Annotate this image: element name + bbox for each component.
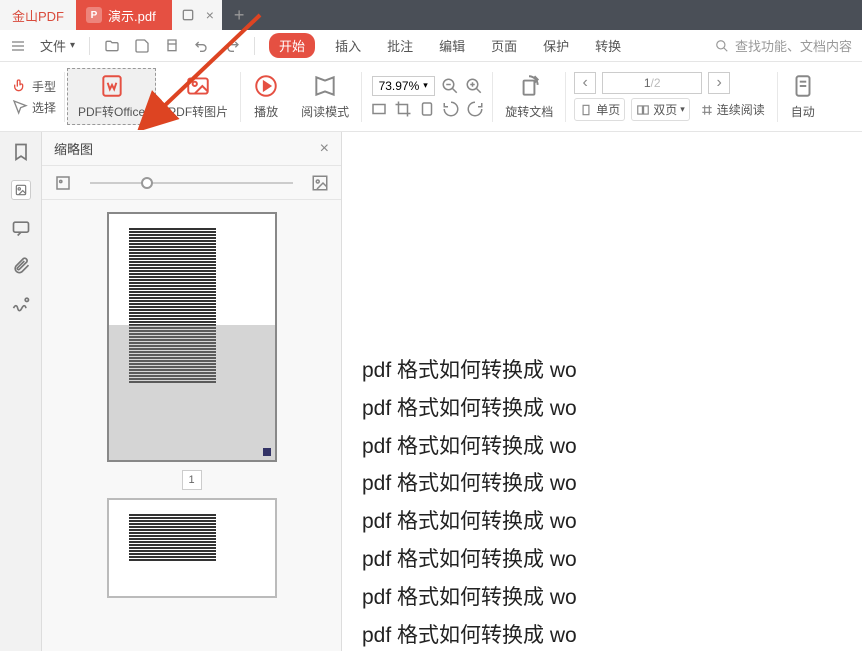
content-area: 缩略图 × [0, 132, 862, 651]
hand-tool[interactable]: 手型 [12, 78, 56, 95]
doc-line: pdf 格式如何转换成 wo [362, 503, 862, 541]
page-number-label: 1 [182, 470, 202, 490]
save-icon[interactable] [134, 38, 150, 54]
fit-page-icon[interactable] [418, 100, 436, 118]
search-box[interactable]: 查找功能、文档内容 [715, 36, 852, 55]
menu-convert[interactable]: 转换 [589, 32, 627, 59]
doc-line: pdf 格式如何转换成 wo [362, 579, 862, 617]
undo-icon[interactable] [194, 38, 210, 54]
title-bar: 金山PDF P 演示.pdf × + [0, 0, 862, 30]
rotate-icon [516, 73, 542, 99]
crop-icon[interactable] [394, 100, 412, 118]
thumbnail-panel: 缩略图 × [42, 132, 342, 651]
attachment-icon[interactable] [11, 256, 31, 276]
doc-line: pdf 格式如何转换成 wo [362, 428, 862, 466]
tab-strip: + [222, 0, 862, 30]
tab-title: 演示.pdf [108, 6, 156, 25]
signature-icon[interactable] [11, 294, 31, 314]
prev-page-button[interactable]: ‹ [574, 72, 596, 94]
hamburger-icon[interactable] [10, 38, 26, 54]
rotate-left-icon[interactable] [442, 100, 460, 118]
bookmark-icon[interactable] [11, 142, 31, 162]
file-menu[interactable]: 文件 ▾ [40, 36, 75, 55]
cursor-icon [12, 99, 28, 115]
print-icon[interactable] [164, 38, 180, 54]
thumbnail-page-1[interactable] [107, 212, 277, 462]
pdf-to-office-button[interactable]: PDF转Office [67, 68, 156, 125]
scroll-icon [790, 73, 816, 99]
window-minimize-icon[interactable] [180, 7, 196, 23]
pdf-to-image-button[interactable]: PDF转图片 [158, 69, 238, 124]
thumb-size-small-icon[interactable] [54, 174, 72, 192]
single-page-icon [579, 103, 593, 117]
book-icon [312, 73, 338, 99]
thumbnail-panel-title: 缩略图 [54, 139, 93, 158]
next-page-button[interactable]: › [708, 72, 730, 94]
zoom-out-icon[interactable] [441, 77, 459, 95]
rotate-right-icon[interactable] [466, 100, 484, 118]
thumbnail-icon[interactable] [11, 180, 31, 200]
doc-line: pdf 格式如何转换成 wo [362, 352, 862, 390]
zoom-level[interactable]: 73.97%▾ [372, 76, 435, 96]
new-tab-button[interactable]: + [222, 5, 257, 26]
play-button[interactable]: 播放 [243, 69, 289, 124]
doc-line: pdf 格式如何转换成 wo [362, 390, 862, 428]
menu-protect[interactable]: 保护 [537, 32, 575, 59]
close-tab-icon[interactable]: × [206, 7, 214, 23]
doc-line: pdf 格式如何转换成 wo [362, 465, 862, 503]
open-icon[interactable] [104, 38, 120, 54]
zoom-in-icon[interactable] [465, 77, 483, 95]
menu-edit[interactable]: 编辑 [433, 32, 471, 59]
thumb-size-large-icon[interactable] [311, 174, 329, 192]
read-mode-button[interactable]: 阅读模式 [291, 69, 359, 124]
document-view[interactable]: pdf 格式如何转换成 wo pdf 格式如何转换成 wo pdf 格式如何转换… [342, 132, 862, 651]
app-name: 金山PDF [0, 0, 76, 30]
close-panel-icon[interactable]: × [320, 140, 329, 158]
double-page-button[interactable]: 双页▾ [631, 98, 690, 121]
document-tab[interactable]: P 演示.pdf [76, 0, 172, 30]
menu-start[interactable]: 开始 [269, 33, 315, 58]
doc-line: pdf 格式如何转换成 wo [362, 617, 862, 651]
continuous-button[interactable]: 连续阅读 [696, 99, 769, 120]
menu-annotate[interactable]: 批注 [381, 32, 419, 59]
menu-page[interactable]: 页面 [485, 32, 523, 59]
auto-scroll-button[interactable]: 自动 [780, 69, 826, 124]
left-rail [0, 132, 42, 651]
comment-icon[interactable] [11, 218, 31, 238]
page-number-display[interactable]: 1 /2 [602, 72, 702, 94]
tab-controls: × [172, 0, 222, 30]
toolbar: 手型 选择 PDF转Office PDF转图片 播放 阅读模式 73.97% [0, 62, 862, 132]
thumbnail-size-slider[interactable] [90, 182, 293, 184]
search-icon [715, 39, 729, 53]
doc-line: pdf 格式如何转换成 wo [362, 541, 862, 579]
double-page-icon [636, 103, 650, 117]
menu-insert[interactable]: 插入 [329, 32, 367, 59]
menu-bar: 文件 ▾ 开始 插入 批注 编辑 页面 保护 转换 查找功能、文档内容 [0, 30, 862, 62]
hand-icon [12, 78, 28, 94]
single-page-button[interactable]: 单页 [574, 98, 625, 121]
play-icon [253, 73, 279, 99]
select-tool[interactable]: 选择 [12, 99, 56, 116]
redo-icon[interactable] [224, 38, 240, 54]
thumbnail-page-2[interactable] [107, 498, 277, 598]
rotate-doc-button[interactable]: 旋转文档 [495, 69, 563, 124]
fit-width-icon[interactable] [370, 100, 388, 118]
pdf-file-icon: P [86, 7, 102, 23]
image-convert-icon [185, 73, 211, 99]
continuous-icon [700, 103, 714, 117]
word-convert-icon [99, 73, 125, 99]
